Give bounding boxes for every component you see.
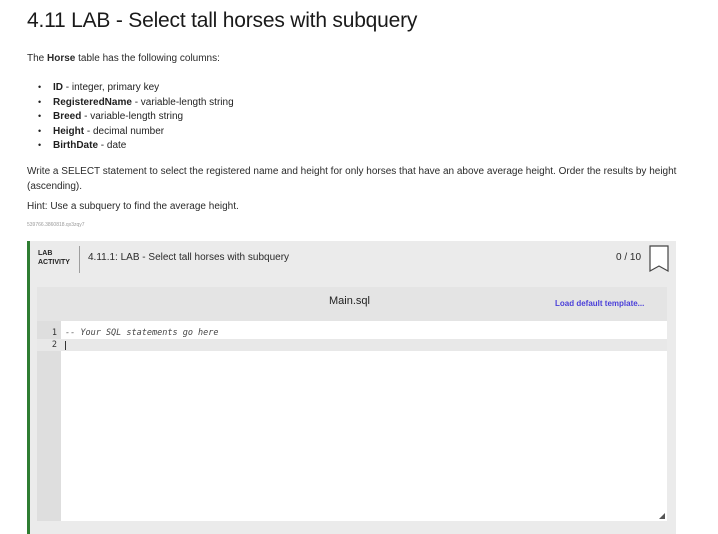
header-divider <box>79 246 80 273</box>
activity-type-line1: LAB <box>38 250 53 257</box>
column-item: • Height - decimal number <box>38 124 234 139</box>
column-desc: - decimal number <box>84 125 165 137</box>
tracking-code: 539766.3860818.qx3zqy7 <box>27 222 85 228</box>
bullet-icon: • <box>38 82 42 92</box>
bullet-icon: • <box>38 111 42 122</box>
file-name-tab: Main.sql <box>329 295 370 307</box>
activity-title: 4.11.1: LAB - Select tall horses with su… <box>88 252 290 263</box>
code-editor: Main.sql Load default template... 1 -- Y… <box>37 287 667 521</box>
column-desc: - variable-length string <box>131 96 234 108</box>
resize-handle-icon[interactable] <box>659 513 665 519</box>
code-area[interactable]: 1 -- Your SQL statements go here 2 <box>37 321 667 521</box>
text-cursor <box>65 341 66 350</box>
column-item: • ID - integer, primary key <box>38 80 234 95</box>
column-name: BirthDate <box>53 140 99 152</box>
completion-badge-icon <box>649 245 669 273</box>
column-item: • BirthDate - date <box>38 138 234 153</box>
bullet-icon: • <box>38 96 42 107</box>
column-item: • RegisteredName - variable-length string <box>38 95 234 110</box>
column-name: ID <box>53 82 63 93</box>
table-name: Horse <box>47 53 76 64</box>
code-text: -- Your SQL statements go here <box>65 328 219 338</box>
column-item: • Breed - variable-length string <box>38 109 234 124</box>
page-title: 4.11 LAB - Select tall horses with subqu… <box>27 9 418 32</box>
score-display: 0 / 10 <box>616 252 642 263</box>
column-name: Height <box>53 125 85 137</box>
bullet-icon: • <box>38 125 42 136</box>
intro-suffix: table has the following columns: <box>75 53 220 64</box>
column-desc: - integer, primary key <box>63 82 160 93</box>
activity-type-line2: ACTIVITY <box>38 259 70 266</box>
hint-text: Hint: Use a subquery to find the average… <box>27 201 239 212</box>
column-name: Breed <box>53 111 82 123</box>
column-desc: - date <box>98 140 127 152</box>
editor-toolbar: Main.sql Load default template... <box>37 287 667 321</box>
code-line[interactable]: 1 -- Your SQL statements go here <box>37 327 667 339</box>
load-default-template-link[interactable]: Load default template... <box>555 299 644 308</box>
column-desc: - variable-length string <box>81 111 184 123</box>
instructions: Write a SELECT statement to select the r… <box>27 166 677 192</box>
intro-prefix: The <box>27 53 48 64</box>
line-gutter <box>37 321 61 521</box>
line-number: 1 <box>51 328 57 338</box>
activity-type-label: LAB ACTIVITY <box>38 249 70 267</box>
lab-activity: LAB ACTIVITY 4.11.1: LAB - Select tall h… <box>27 241 676 534</box>
line-number: 2 <box>51 340 57 350</box>
column-name: RegisteredName <box>53 96 132 108</box>
bullet-icon: • <box>38 140 42 151</box>
code-line-active[interactable]: 2 <box>37 339 667 351</box>
table-intro: The Horse table has the following column… <box>27 53 220 64</box>
column-list: • ID - integer, primary key • RegisteredNa… <box>38 80 234 153</box>
activity-header: LAB ACTIVITY 4.11.1: LAB - Select tall h… <box>30 241 676 275</box>
